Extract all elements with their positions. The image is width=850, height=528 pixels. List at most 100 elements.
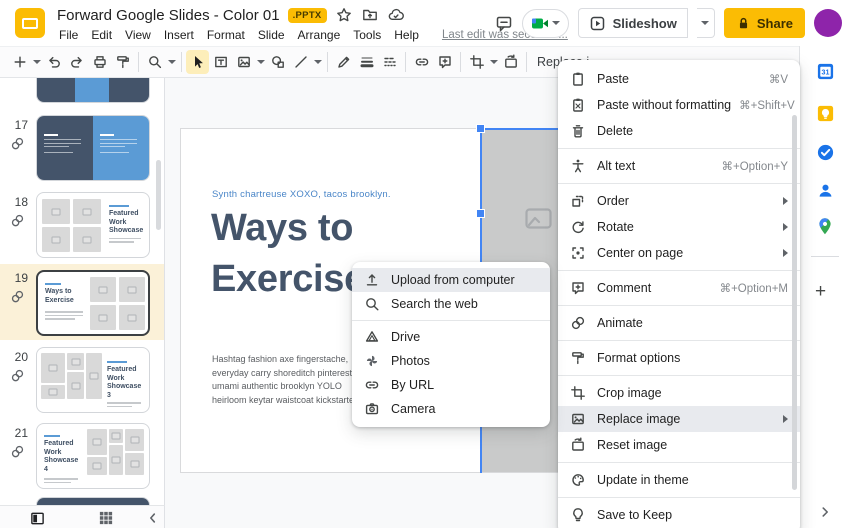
menu-item-comment[interactable]: Comment ⌘+Option+M bbox=[558, 275, 800, 301]
border-color-button[interactable] bbox=[332, 50, 355, 74]
menu-file[interactable]: File bbox=[57, 27, 80, 43]
slide-thumbnail-22-partial[interactable] bbox=[36, 497, 150, 505]
redo-button[interactable] bbox=[65, 50, 88, 74]
menu-insert[interactable]: Insert bbox=[162, 27, 196, 43]
selection-handle-top-left[interactable] bbox=[477, 125, 484, 132]
animations-icon[interactable] bbox=[10, 136, 25, 151]
menu-item-update-in-theme[interactable]: Update in theme bbox=[558, 467, 800, 493]
menu-item-alt-text[interactable]: Alt text ⌘+Option+Y bbox=[558, 153, 800, 179]
svg-text:31: 31 bbox=[821, 68, 829, 76]
cloud-saved-icon[interactable] bbox=[387, 6, 405, 24]
accessibility-icon bbox=[570, 158, 586, 174]
context-menu-scrollbar[interactable] bbox=[792, 115, 797, 490]
account-avatar[interactable] bbox=[814, 9, 842, 37]
menu-item-center-on-page[interactable]: Center on page bbox=[558, 240, 800, 266]
zoom-button[interactable] bbox=[143, 50, 166, 74]
collapse-filmstrip-chevron-icon[interactable] bbox=[144, 509, 162, 527]
slides-logo-icon[interactable] bbox=[15, 8, 45, 38]
get-addons-plus-icon[interactable]: + bbox=[815, 282, 826, 302]
menu-item-replace-image[interactable]: Replace image bbox=[558, 406, 800, 432]
menu-view[interactable]: View bbox=[123, 27, 153, 43]
slide-body-text[interactable]: Hashtag fashion axe fingerstache, everyd… bbox=[212, 353, 359, 407]
submenu-item-drive[interactable]: Drive bbox=[352, 325, 550, 349]
menu-edit[interactable]: Edit bbox=[89, 27, 114, 43]
insert-link-button[interactable] bbox=[410, 50, 433, 74]
menu-item-animate[interactable]: Animate bbox=[558, 310, 800, 336]
insert-image-button[interactable] bbox=[232, 50, 255, 74]
slideshow-dropdown-caret bbox=[701, 21, 710, 25]
slide-thumbnail-17[interactable] bbox=[36, 115, 150, 181]
menu-item-paste-without-formatting[interactable]: Paste without formatting ⌘+Shift+V bbox=[558, 92, 800, 118]
menu-item-delete[interactable]: Delete bbox=[558, 118, 800, 144]
submenu-item-camera[interactable]: Camera bbox=[352, 397, 550, 421]
border-weight-button[interactable] bbox=[355, 50, 378, 74]
filmstrip-view-button[interactable] bbox=[28, 509, 46, 527]
animations-icon[interactable] bbox=[10, 444, 25, 459]
tasks-icon[interactable] bbox=[815, 142, 835, 162]
submenu-item-by-url[interactable]: By URL bbox=[352, 373, 550, 397]
insert-line-dropdown[interactable] bbox=[312, 50, 323, 74]
maps-icon[interactable] bbox=[815, 216, 835, 236]
keep-icon[interactable] bbox=[815, 103, 835, 123]
hide-side-panel-chevron-icon[interactable] bbox=[815, 502, 835, 522]
grid-view-button[interactable] bbox=[97, 509, 115, 527]
animations-icon[interactable] bbox=[10, 368, 25, 383]
insert-line-button[interactable] bbox=[289, 50, 312, 74]
menu-arrange[interactable]: Arrange bbox=[296, 27, 343, 43]
selection-handle-mid-left[interactable] bbox=[477, 210, 484, 217]
animations-icon[interactable] bbox=[10, 213, 25, 228]
menu-item-save-to-keep[interactable]: Save to Keep bbox=[558, 502, 800, 528]
slide-thumbnail-20[interactable]: Featured Work Showcase 3 bbox=[36, 347, 150, 413]
slide-title-text[interactable]: Ways to Exercise bbox=[211, 203, 365, 305]
menu-tools[interactable]: Tools bbox=[351, 27, 383, 43]
animations-icon[interactable] bbox=[10, 289, 25, 304]
document-title[interactable]: Forward Google Slides - Color 01 bbox=[57, 7, 280, 24]
comment-history-icon[interactable] bbox=[495, 14, 513, 32]
menu-slide[interactable]: Slide bbox=[256, 27, 287, 43]
slide-number: 21 bbox=[14, 426, 28, 440]
filmstrip-scrollbar[interactable] bbox=[156, 160, 161, 230]
menu-item-order[interactable]: Order bbox=[558, 188, 800, 214]
print-button[interactable] bbox=[88, 50, 111, 74]
star-icon[interactable] bbox=[335, 6, 353, 24]
calendar-icon[interactable]: 31 bbox=[815, 61, 835, 81]
slide-thumbnail-19-selected[interactable]: Ways to Exercise bbox=[36, 270, 150, 336]
menu-item-rotate[interactable]: Rotate bbox=[558, 214, 800, 240]
slideshow-button[interactable]: Slideshow bbox=[577, 8, 688, 38]
move-to-folder-icon[interactable] bbox=[361, 6, 379, 24]
new-slide-dropdown[interactable] bbox=[31, 50, 42, 74]
menu-help[interactable]: Help bbox=[392, 27, 421, 43]
menu-item-reset-image[interactable]: Reset image bbox=[558, 432, 800, 458]
insert-image-dropdown[interactable] bbox=[255, 50, 266, 74]
add-comment-button[interactable] bbox=[433, 50, 456, 74]
menu-item-format-options[interactable]: Format options bbox=[558, 345, 800, 371]
share-button[interactable]: Share bbox=[723, 8, 805, 38]
menu-format[interactable]: Format bbox=[205, 27, 247, 43]
submenu-item-upload-from-computer[interactable]: Upload from computer bbox=[352, 268, 550, 292]
select-tool-button[interactable] bbox=[186, 50, 209, 74]
slide-number: 19 bbox=[14, 271, 28, 285]
image-placeholder-icon bbox=[525, 208, 552, 229]
meet-button[interactable] bbox=[521, 8, 569, 38]
text-box-button[interactable] bbox=[209, 50, 232, 74]
menu-item-paste[interactable]: Paste ⌘V bbox=[558, 66, 800, 92]
slide-thumbnail-18[interactable]: Featured Work Showcase bbox=[36, 192, 150, 258]
crop-button[interactable] bbox=[465, 50, 488, 74]
new-slide-button[interactable] bbox=[8, 50, 31, 74]
border-dash-button[interactable] bbox=[378, 50, 401, 74]
slideshow-dropdown-button[interactable] bbox=[696, 8, 715, 38]
slide-eyebrow-text[interactable]: Synth chartreuse XOXO, tacos brooklyn. bbox=[212, 189, 391, 200]
menu-item-crop-image[interactable]: Crop image bbox=[558, 380, 800, 406]
paint-format-button[interactable] bbox=[111, 50, 134, 74]
slide-thumbnail-16-partial[interactable] bbox=[36, 78, 150, 103]
submenu-item-photos[interactable]: Photos bbox=[352, 349, 550, 373]
zoom-dropdown[interactable] bbox=[166, 50, 177, 74]
crop-dropdown[interactable] bbox=[488, 50, 499, 74]
slide-thumbnail-21[interactable]: Featured Work Showcase 4 bbox=[36, 423, 150, 489]
reset-image-button[interactable] bbox=[499, 50, 522, 74]
undo-button[interactable] bbox=[42, 50, 65, 74]
insert-shape-button[interactable] bbox=[266, 50, 289, 74]
menu-divider bbox=[558, 148, 800, 149]
submenu-item-search-the-web[interactable]: Search the web bbox=[352, 292, 550, 316]
contacts-icon[interactable] bbox=[815, 180, 835, 200]
